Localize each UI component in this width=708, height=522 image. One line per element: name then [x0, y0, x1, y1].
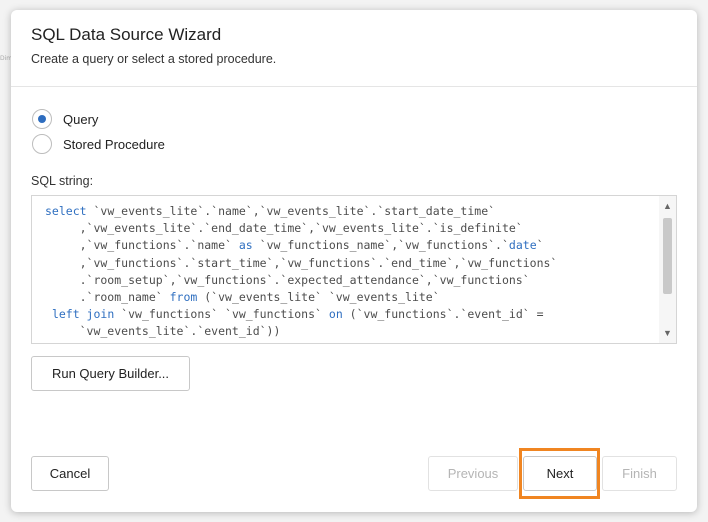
sql-string-editor[interactable]: select `vw_events_lite`.`name`,`vw_event…: [31, 195, 677, 344]
sql-string-text[interactable]: select `vw_events_lite`.`name`,`vw_event…: [45, 203, 655, 341]
dialog-title: SQL Data Source Wizard: [31, 25, 222, 44]
scrollbar-thumb[interactable]: [663, 218, 672, 294]
run-query-builder-button[interactable]: Run Query Builder...: [31, 356, 190, 391]
finish-button[interactable]: Finish: [602, 456, 677, 491]
stored-procedure-option[interactable]: Stored Procedure: [32, 133, 165, 155]
query-radio[interactable]: [32, 109, 52, 129]
sql-editor-scrollbar[interactable]: ▲ ▼: [659, 196, 676, 343]
dialog-header: SQL Data Source Wizard Create a query or…: [11, 10, 697, 87]
sql-data-source-wizard-dialog: SQL Data Source Wizard Create a query or…: [11, 10, 697, 512]
stored-procedure-option-label: Stored Procedure: [63, 136, 165, 152]
next-button[interactable]: Next: [523, 456, 597, 491]
chevron-down-icon[interactable]: ▼: [659, 325, 676, 341]
chevron-up-icon[interactable]: ▲: [659, 198, 676, 214]
dialog-subtitle: Create a query or select a stored proced…: [31, 52, 277, 66]
query-option[interactable]: Query: [32, 108, 98, 130]
query-option-label: Query: [63, 111, 99, 127]
sql-string-label: SQL string:: [31, 174, 94, 188]
stored-procedure-radio[interactable]: [32, 134, 52, 154]
previous-button[interactable]: Previous: [428, 456, 518, 491]
cancel-button[interactable]: Cancel: [31, 456, 109, 491]
